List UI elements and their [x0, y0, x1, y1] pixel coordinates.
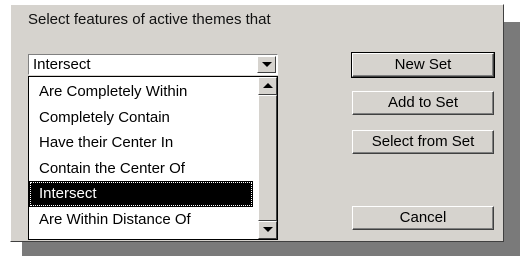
chevron-up-icon [263, 83, 273, 88]
list-item[interactable]: Contain the Center Of [29, 156, 253, 182]
chevron-down-icon [263, 227, 273, 232]
list-item[interactable]: Are Completely Within [29, 79, 253, 105]
list-item[interactable]: Completely Contain [29, 105, 253, 131]
chevron-down-icon [262, 62, 272, 67]
scroll-thumb[interactable] [258, 95, 277, 221]
scroll-up-button[interactable] [258, 77, 277, 95]
scroll-down-button[interactable] [258, 221, 277, 239]
select-by-theme-dialog: Select features of active themes that In… [10, 4, 504, 242]
screenshot-canvas: Select features of active themes that In… [0, 0, 522, 259]
cancel-button[interactable]: Cancel [352, 206, 494, 230]
list-item[interactable]: Have their Center In [29, 130, 253, 156]
dropdown-selected-value: Intersect [33, 56, 91, 73]
dropdown-toggle-button[interactable] [257, 56, 276, 73]
list-item[interactable]: Are Within Distance Of [29, 207, 253, 233]
select-from-set-button[interactable]: Select from Set [352, 130, 494, 154]
new-set-button[interactable]: New Set [351, 52, 495, 78]
add-to-set-button[interactable]: Add to Set [352, 91, 494, 115]
spatial-relation-list[interactable]: Are Completely Within Completely Contain… [28, 76, 278, 240]
dialog-prompt: Select features of active themes that [28, 11, 271, 28]
list-scrollbar[interactable] [258, 77, 277, 239]
list-items: Are Completely Within Completely Contain… [29, 79, 253, 232]
spatial-relation-dropdown[interactable]: Intersect [28, 54, 278, 75]
list-item-selected[interactable]: Intersect [29, 181, 253, 207]
